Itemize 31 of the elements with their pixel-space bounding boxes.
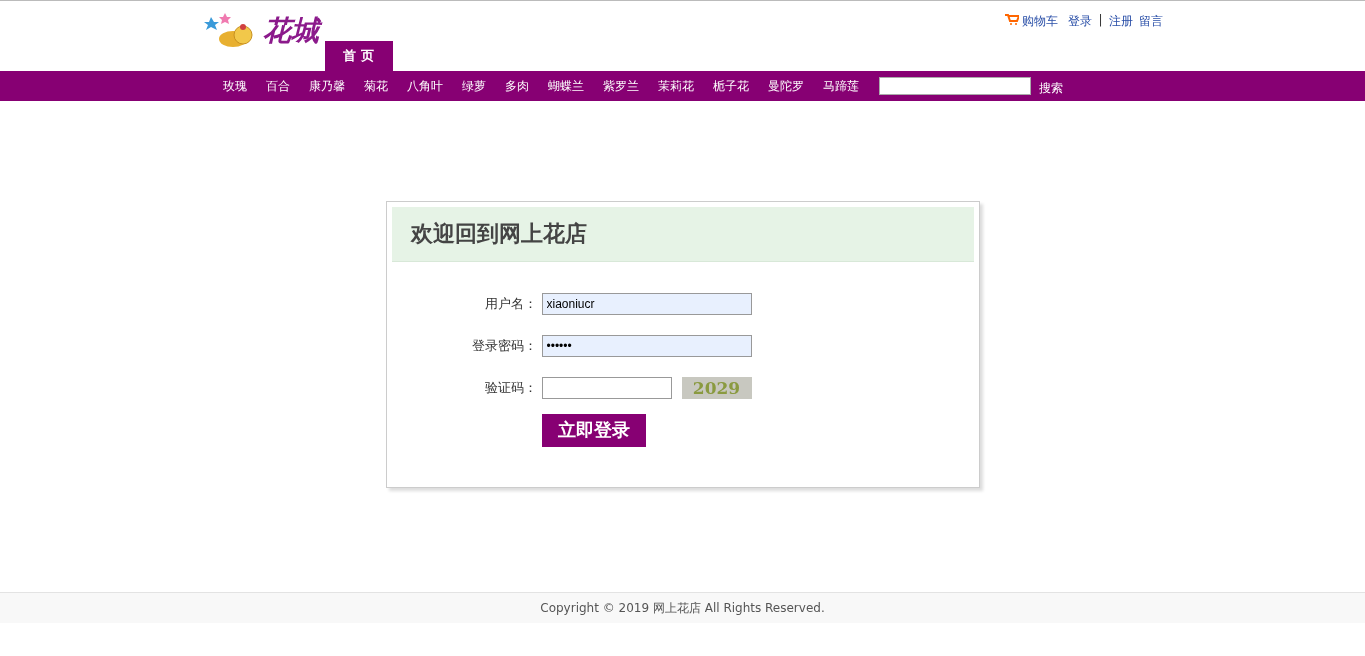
header-link[interactable]: 登录 [1068,13,1093,30]
cart-link[interactable]: 购物车 [1022,13,1059,30]
field-label: 用户名： [483,295,537,313]
category-link[interactable]: 康乃馨 [308,77,345,95]
search-button[interactable]: 搜索 [1038,79,1063,97]
captcha-field[interactable] [541,377,672,399]
header-link[interactable]: 留言 [1138,13,1163,30]
link-separator: | [1098,13,1103,27]
shopping-cart-icon[interactable] [1005,13,1020,25]
category-link[interactable]: 曼陀罗 [767,77,804,95]
search-field[interactable] [878,77,1031,95]
category-link[interactable]: 紫罗兰 [602,77,639,95]
category-link[interactable]: 绿萝 [461,77,486,95]
category-link[interactable]: 蝴蝶兰 [547,77,584,95]
login-button[interactable]: 立即登录 [541,413,646,447]
password-field[interactable]: •••••• [541,335,752,357]
header-link[interactable]: 注册 [1108,13,1133,30]
category-link[interactable]: 菊花 [363,77,388,95]
login-title: 欢迎回到网上花店 [391,207,974,262]
category-link[interactable]: 茉莉花 [657,77,694,95]
category-link[interactable]: 八角叶 [406,77,443,95]
category-link[interactable]: 栀子花 [712,77,749,95]
category-link[interactable]: 百合 [265,77,290,95]
category-link[interactable]: 多肉 [504,77,529,95]
field-label: 登录密码： [470,337,537,355]
username-field[interactable]: xiaoniucr [541,293,752,315]
field-label: 验证码： [483,379,537,397]
category-link[interactable]: 玫瑰 [222,77,247,95]
home-tab[interactable]: 首 页 [324,41,393,71]
copyright-text: Copyright © 2019 网上花店 All Rights Reserved. [540,599,825,617]
category-link[interactable]: 马蹄莲 [822,77,859,95]
